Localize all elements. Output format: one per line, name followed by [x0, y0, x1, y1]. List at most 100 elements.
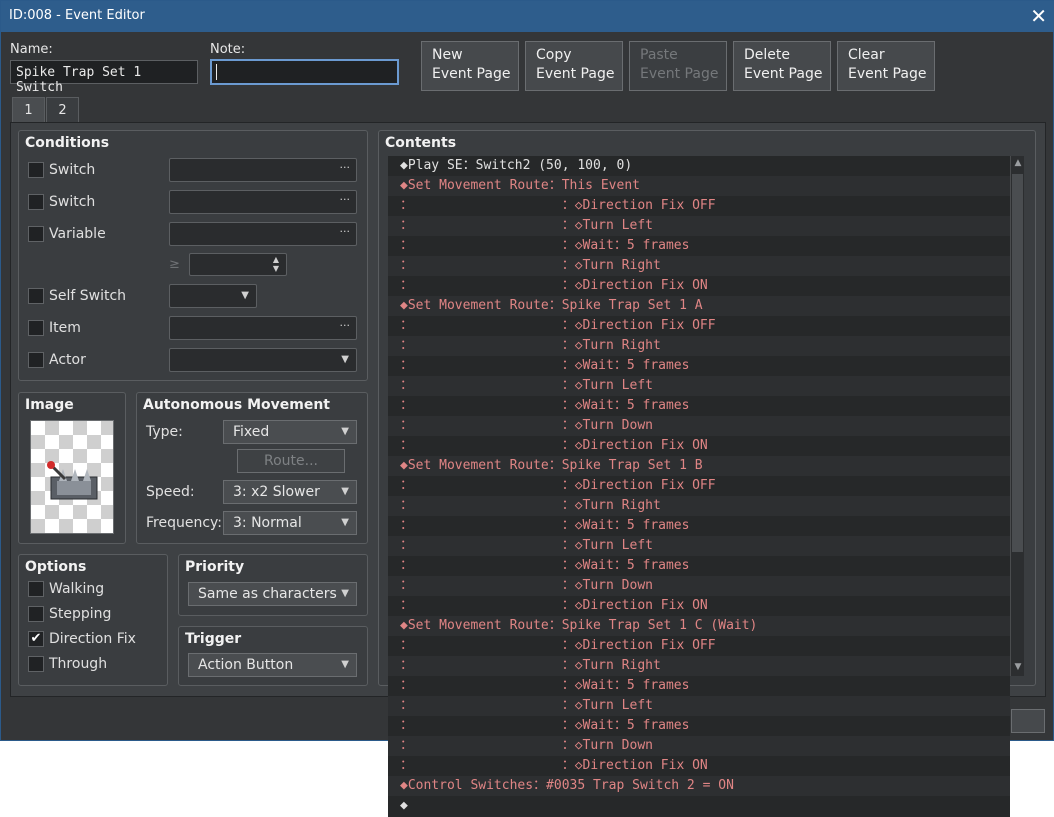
stepping-checkbox[interactable]: [28, 606, 44, 622]
actor-checkbox[interactable]: [28, 352, 44, 368]
command-row[interactable]: ◆Set Movement Route：Spike Trap Set 1 C (…: [388, 616, 1010, 636]
type-label: Type:: [146, 424, 183, 440]
switch1-checkbox[interactable]: [28, 162, 44, 178]
command-row[interactable]: ： ：◇Direction Fix ON: [388, 276, 1010, 296]
ellipsis-icon: ···: [339, 161, 351, 174]
priority-dropdown[interactable]: Same as characters ▼: [188, 582, 357, 606]
event-image-preview[interactable]: [30, 420, 114, 534]
command-row[interactable]: ： ：◇Wait：5 frames: [388, 676, 1010, 696]
command-row[interactable]: ： ：◇Wait：5 frames: [388, 516, 1010, 536]
variable-value-spinner[interactable]: ▲ ▼: [189, 253, 287, 276]
command-row[interactable]: ： ：◇Turn Right: [388, 256, 1010, 276]
direction-fix-checkbox[interactable]: ✔: [28, 631, 44, 647]
scroll-up-icon[interactable]: ▲: [1012, 156, 1024, 170]
variable-selector[interactable]: ···: [169, 222, 357, 246]
command-row[interactable]: ： ：◇Turn Left: [388, 376, 1010, 396]
trigger-value: Action Button: [198, 657, 294, 673]
priority-value: Same as characters: [198, 586, 337, 602]
walking-label: Walking: [49, 581, 105, 597]
copy-event-page-button[interactable]: Copy Event Page: [525, 41, 623, 91]
chevron-down-icon: ▼: [341, 517, 349, 528]
command-row[interactable]: ： ：◇Turn Left: [388, 696, 1010, 716]
command-row[interactable]: ： ：◇Turn Right: [388, 656, 1010, 676]
command-row[interactable]: ： ：◇Direction Fix ON: [388, 436, 1010, 456]
command-row[interactable]: ◆Set Movement Route：Spike Trap Set 1 A: [388, 296, 1010, 316]
command-row[interactable]: ： ：◇Direction Fix ON: [388, 756, 1010, 776]
paste-event-page-button[interactable]: Paste Event Page: [629, 41, 727, 91]
command-row[interactable]: ： ：◇Turn Down: [388, 576, 1010, 596]
self-switch-checkbox[interactable]: [28, 288, 44, 304]
scroll-down-icon[interactable]: ▼: [1012, 660, 1024, 674]
command-row[interactable]: ： ：◇Turn Left: [388, 536, 1010, 556]
command-row[interactable]: ： ：◇Direction Fix OFF: [388, 196, 1010, 216]
dialog-button-partial[interactable]: [1011, 709, 1045, 733]
route-button[interactable]: Route...: [237, 449, 345, 473]
command-row[interactable]: ： ：◇Wait：5 frames: [388, 396, 1010, 416]
chevron-down-icon: ▼: [341, 426, 349, 437]
command-row[interactable]: ： ：◇Wait：5 frames: [388, 236, 1010, 256]
frequency-dropdown[interactable]: 3: Normal ▼: [223, 511, 357, 535]
variable-checkbox[interactable]: [28, 226, 44, 242]
scroll-thumb[interactable]: [1012, 174, 1023, 552]
switch2-selector[interactable]: ···: [169, 190, 357, 214]
variable-label: Variable: [49, 226, 106, 242]
contents-title: Contents: [385, 135, 457, 151]
command-row[interactable]: ： ：◇Direction Fix OFF: [388, 636, 1010, 656]
command-row[interactable]: ： ：◇Turn Right: [388, 496, 1010, 516]
new-event-page-button[interactable]: New Event Page: [421, 41, 519, 91]
command-row[interactable]: ◆Control Switches：#0035 Trap Switch 2 = …: [388, 776, 1010, 796]
command-row[interactable]: ◆Set Movement Route：Spike Trap Set 1 B: [388, 456, 1010, 476]
event-command-list[interactable]: ◆Play SE：Switch2 (50, 100, 0) ◆Set Moveme…: [388, 156, 1010, 817]
trigger-title: Trigger: [185, 631, 242, 647]
through-checkbox[interactable]: [28, 656, 44, 672]
item-label: Item: [49, 320, 81, 336]
self-switch-label: Self Switch: [49, 288, 127, 304]
command-row[interactable]: ： ：◇Wait：5 frames: [388, 716, 1010, 736]
speed-label: Speed:: [146, 484, 195, 500]
image-title: Image: [25, 397, 74, 413]
command-row[interactable]: ： ：◇Wait：5 frames: [388, 356, 1010, 376]
close-icon[interactable]: ✕: [1030, 4, 1047, 28]
command-row[interactable]: ： ：◇Turn Down: [388, 736, 1010, 756]
clear-event-page-button[interactable]: Clear Event Page: [837, 41, 935, 91]
command-row[interactable]: ◆: [388, 796, 1010, 816]
autonomous-title: Autonomous Movement: [143, 397, 330, 413]
title-bar: ID:008 - Event Editor ✕: [1, 1, 1054, 32]
speed-dropdown[interactable]: 3: x2 Slower ▼: [223, 480, 357, 504]
chevron-down-icon: ▼: [341, 354, 349, 365]
command-row[interactable]: ： ：◇Direction Fix OFF: [388, 316, 1010, 336]
switch2-checkbox[interactable]: [28, 194, 44, 210]
tab-page-2[interactable]: 2: [46, 97, 79, 123]
ellipsis-icon: ···: [339, 193, 351, 206]
command-row[interactable]: ◆Set Movement Route：This Event: [388, 176, 1010, 196]
command-row[interactable]: ： ：◇Direction Fix OFF: [388, 476, 1010, 496]
direction-fix-label: Direction Fix: [49, 631, 136, 647]
priority-title: Priority: [185, 559, 245, 575]
command-row[interactable]: ： ：◇Turn Down: [388, 416, 1010, 436]
window-title: ID:008 - Event Editor: [9, 8, 145, 23]
greater-equal-label: ≥: [169, 257, 180, 272]
command-row[interactable]: ： ：◇Wait：5 frames: [388, 556, 1010, 576]
spike-trap-switch-icon: [47, 461, 98, 500]
contents-scrollbar[interactable]: ▲ ▼: [1010, 156, 1024, 676]
command-row[interactable]: ： ：◇Direction Fix ON: [388, 596, 1010, 616]
delete-event-page-button[interactable]: Delete Event Page: [733, 41, 831, 91]
note-field[interactable]: [210, 59, 399, 85]
chevron-down-icon: ▼: [241, 290, 249, 301]
tab-page-1[interactable]: 1: [12, 97, 45, 123]
trigger-dropdown[interactable]: Action Button ▼: [188, 653, 357, 677]
switch1-selector[interactable]: ···: [169, 158, 357, 182]
actor-dropdown[interactable]: ▼: [169, 348, 357, 372]
command-row[interactable]: ： ：◇Turn Left: [388, 216, 1010, 236]
item-checkbox[interactable]: [28, 320, 44, 336]
command-row[interactable]: ： ：◇Turn Right: [388, 336, 1010, 356]
self-switch-dropdown[interactable]: ▼: [169, 284, 257, 308]
ellipsis-icon: ···: [339, 319, 351, 332]
name-field[interactable]: Spike Trap Set 1 Switch: [10, 60, 198, 95]
item-selector[interactable]: ···: [169, 316, 357, 340]
walking-checkbox[interactable]: [28, 581, 44, 597]
through-label: Through: [49, 656, 108, 672]
type-value: Fixed: [233, 424, 270, 440]
type-dropdown[interactable]: Fixed ▼: [223, 420, 357, 444]
command-row[interactable]: ◆Play SE：Switch2 (50, 100, 0): [388, 156, 1010, 176]
